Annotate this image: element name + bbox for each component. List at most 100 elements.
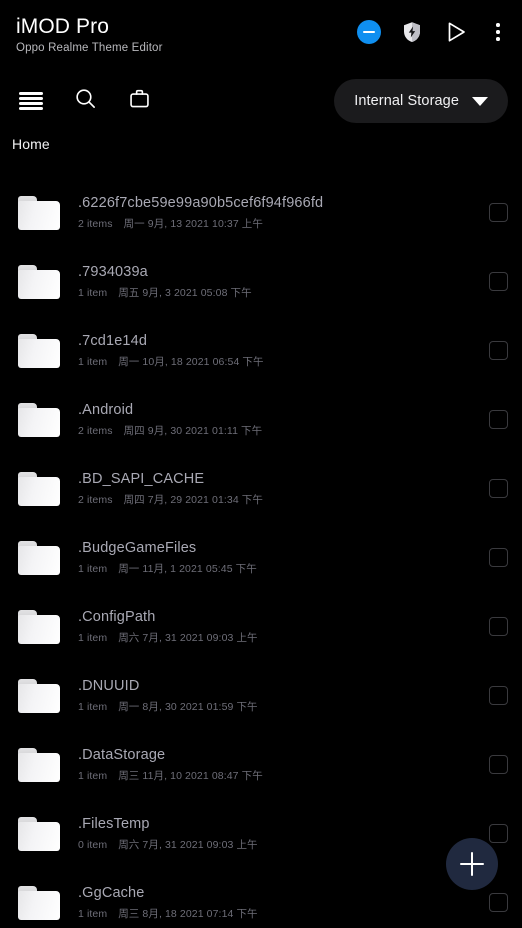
file-date: 周一 11月, 1 2021 05:45 下午 — [118, 563, 257, 575]
file-date: 周一 10月, 18 2021 06:54 下午 — [118, 356, 264, 368]
file-meta: .DataStorage 1 item 周三 11月, 10 2021 08:47 … — [78, 746, 489, 783]
folder-icon — [18, 885, 60, 920]
file-row[interactable]: .DataStorage 1 item 周三 11月, 10 2021 08:47 … — [0, 730, 522, 799]
file-row[interactable]: .BudgeGameFiles 1 item 周一 11月, 1 2021 05:4… — [0, 523, 522, 592]
file-item-count: 0 item — [78, 839, 108, 851]
kebab-menu-icon — [488, 20, 508, 44]
folder-icon — [18, 678, 60, 713]
toolbox-button[interactable] — [122, 84, 156, 118]
breadcrumb-item-home[interactable]: Home — [12, 136, 50, 152]
file-name: .BD_SAPI_CACHE — [78, 471, 205, 487]
shield-button[interactable] — [400, 20, 424, 44]
app-bar-actions — [357, 14, 508, 45]
file-subtitle: 2 items 周四 9月, 30 2021 01:11 下午 — [78, 424, 489, 438]
file-row[interactable]: .Android 2 items 周四 9月, 30 2021 01:11 下午 — [0, 385, 522, 454]
file-item-count: 1 item — [78, 770, 108, 782]
file-select-checkbox[interactable] — [489, 272, 508, 291]
file-select-checkbox[interactable] — [489, 548, 508, 567]
file-select-checkbox[interactable] — [489, 755, 508, 774]
file-item-count: 1 item — [78, 563, 108, 575]
file-name: .7cd1e14d — [78, 333, 148, 349]
folder-icon — [18, 816, 60, 851]
file-meta: .Android 2 items 周四 9月, 30 2021 01:11 下午 — [78, 401, 489, 438]
file-row[interactable]: .ConfigPath 1 item 周六 7月, 31 2021 09:03 上午 — [0, 592, 522, 661]
file-row[interactable]: .6226f7cbe59e99a90b5cef6f94f966fd 2 items… — [0, 178, 522, 247]
file-select-checkbox[interactable] — [489, 893, 508, 912]
file-row[interactable]: .GgCache 1 item 周三 8月, 18 2021 07:14 下午 — [0, 868, 522, 928]
file-name: .GgCache — [78, 885, 145, 901]
file-row[interactable]: .FilesTemp 0 item 周六 7月, 31 2021 09:03 上午 — [0, 799, 522, 868]
file-row[interactable]: .7934039a 1 item 周五 9月, 3 2021 05:08 下午 — [0, 247, 522, 316]
file-meta: .BD_SAPI_CACHE 2 items 周四 7月, 29 2021 01:3… — [78, 470, 489, 507]
storage-selector[interactable]: Internal Storage — [334, 79, 508, 123]
file-item-count: 1 item — [78, 701, 108, 713]
file-subtitle: 2 items 周一 9月, 13 2021 10:37 上午 — [78, 217, 489, 231]
minus-circle-icon — [357, 20, 381, 44]
brand: iMOD Pro Oppo Realme Theme Editor — [16, 14, 163, 56]
file-select-checkbox[interactable] — [489, 341, 508, 360]
folder-icon — [18, 609, 60, 644]
file-select-checkbox[interactable] — [489, 203, 508, 222]
menu-button[interactable] — [14, 84, 48, 118]
toolbar: Internal Storage — [0, 72, 522, 130]
file-item-count: 1 item — [78, 356, 108, 368]
file-name: .FilesTemp — [78, 816, 150, 832]
add-button[interactable] — [446, 838, 498, 890]
storage-selector-label: Internal Storage — [354, 93, 459, 109]
file-select-checkbox[interactable] — [489, 410, 508, 429]
briefcase-icon — [128, 87, 151, 115]
plus-icon — [460, 852, 484, 876]
file-date: 周四 9月, 30 2021 01:11 下午 — [123, 425, 263, 437]
folder-icon — [18, 540, 60, 575]
file-item-count: 1 item — [78, 632, 108, 644]
file-meta: .7934039a 1 item 周五 9月, 3 2021 05:08 下午 — [78, 263, 489, 300]
file-subtitle: 1 item 周一 8月, 30 2021 01:59 下午 — [78, 700, 489, 714]
file-item-count: 1 item — [78, 287, 108, 299]
file-row[interactable]: .DNUUID 1 item 周一 8月, 30 2021 01:59 下午 — [0, 661, 522, 730]
file-select-checkbox[interactable] — [489, 686, 508, 705]
file-subtitle: 1 item 周一 10月, 18 2021 06:54 下午 — [78, 355, 489, 369]
file-date: 周三 8月, 18 2021 07:14 下午 — [118, 908, 258, 920]
search-button[interactable] — [68, 84, 102, 118]
file-date: 周一 8月, 30 2021 01:59 下午 — [118, 701, 258, 713]
file-date: 周五 9月, 3 2021 05:08 下午 — [118, 287, 252, 299]
file-list: .6226f7cbe59e99a90b5cef6f94f966fd 2 items… — [0, 178, 522, 928]
file-name: .DNUUID — [78, 678, 140, 694]
more-options-button[interactable] — [488, 20, 508, 44]
chevron-down-icon — [472, 96, 488, 106]
breadcrumb: Home — [0, 130, 522, 168]
file-meta: .GgCache 1 item 周三 8月, 18 2021 07:14 下午 — [78, 884, 489, 921]
folder-icon — [18, 471, 60, 506]
minus-circle-button[interactable] — [357, 20, 381, 44]
file-meta: .BudgeGameFiles 1 item 周一 11月, 1 2021 05:4… — [78, 539, 489, 576]
file-subtitle: 2 items 周四 7月, 29 2021 01:34 下午 — [78, 493, 489, 507]
play-button[interactable] — [443, 19, 469, 45]
file-date: 周六 7月, 31 2021 09:03 上午 — [118, 839, 258, 851]
file-subtitle: 1 item 周一 11月, 1 2021 05:45 下午 — [78, 562, 489, 576]
app-bar: iMOD Pro Oppo Realme Theme Editor — [0, 0, 522, 72]
folder-icon — [18, 333, 60, 368]
file-row[interactable]: .BD_SAPI_CACHE 2 items 周四 7月, 29 2021 01:3… — [0, 454, 522, 523]
folder-icon — [18, 747, 60, 782]
search-icon — [74, 87, 97, 115]
app-root: iMOD Pro Oppo Realme Theme Editor Intern… — [0, 0, 522, 928]
app-title: iMOD Pro — [16, 15, 109, 38]
file-subtitle: 1 item 周五 9月, 3 2021 05:08 下午 — [78, 286, 489, 300]
file-select-checkbox[interactable] — [489, 617, 508, 636]
file-meta: .6226f7cbe59e99a90b5cef6f94f966fd 2 items… — [78, 194, 489, 231]
file-name: .ConfigPath — [78, 609, 156, 625]
file-date: 周六 7月, 31 2021 09:03 上午 — [118, 632, 258, 644]
file-meta: .DNUUID 1 item 周一 8月, 30 2021 01:59 下午 — [78, 677, 489, 714]
file-date: 周四 7月, 29 2021 01:34 下午 — [123, 494, 264, 506]
folder-icon — [18, 264, 60, 299]
file-item-count: 2 items — [78, 218, 113, 230]
file-subtitle: 1 item 周三 11月, 10 2021 08:47 下午 — [78, 769, 489, 783]
file-subtitle: 0 item 周六 7月, 31 2021 09:03 上午 — [78, 838, 489, 852]
file-item-count: 1 item — [78, 908, 108, 920]
file-item-count: 2 items — [78, 425, 113, 437]
file-row[interactable]: .7cd1e14d 1 item 周一 10月, 18 2021 06:54 下午 — [0, 316, 522, 385]
file-date: 周一 9月, 13 2021 10:37 上午 — [123, 218, 264, 230]
file-select-checkbox[interactable] — [489, 824, 508, 843]
file-name: .7934039a — [78, 264, 148, 280]
file-select-checkbox[interactable] — [489, 479, 508, 498]
